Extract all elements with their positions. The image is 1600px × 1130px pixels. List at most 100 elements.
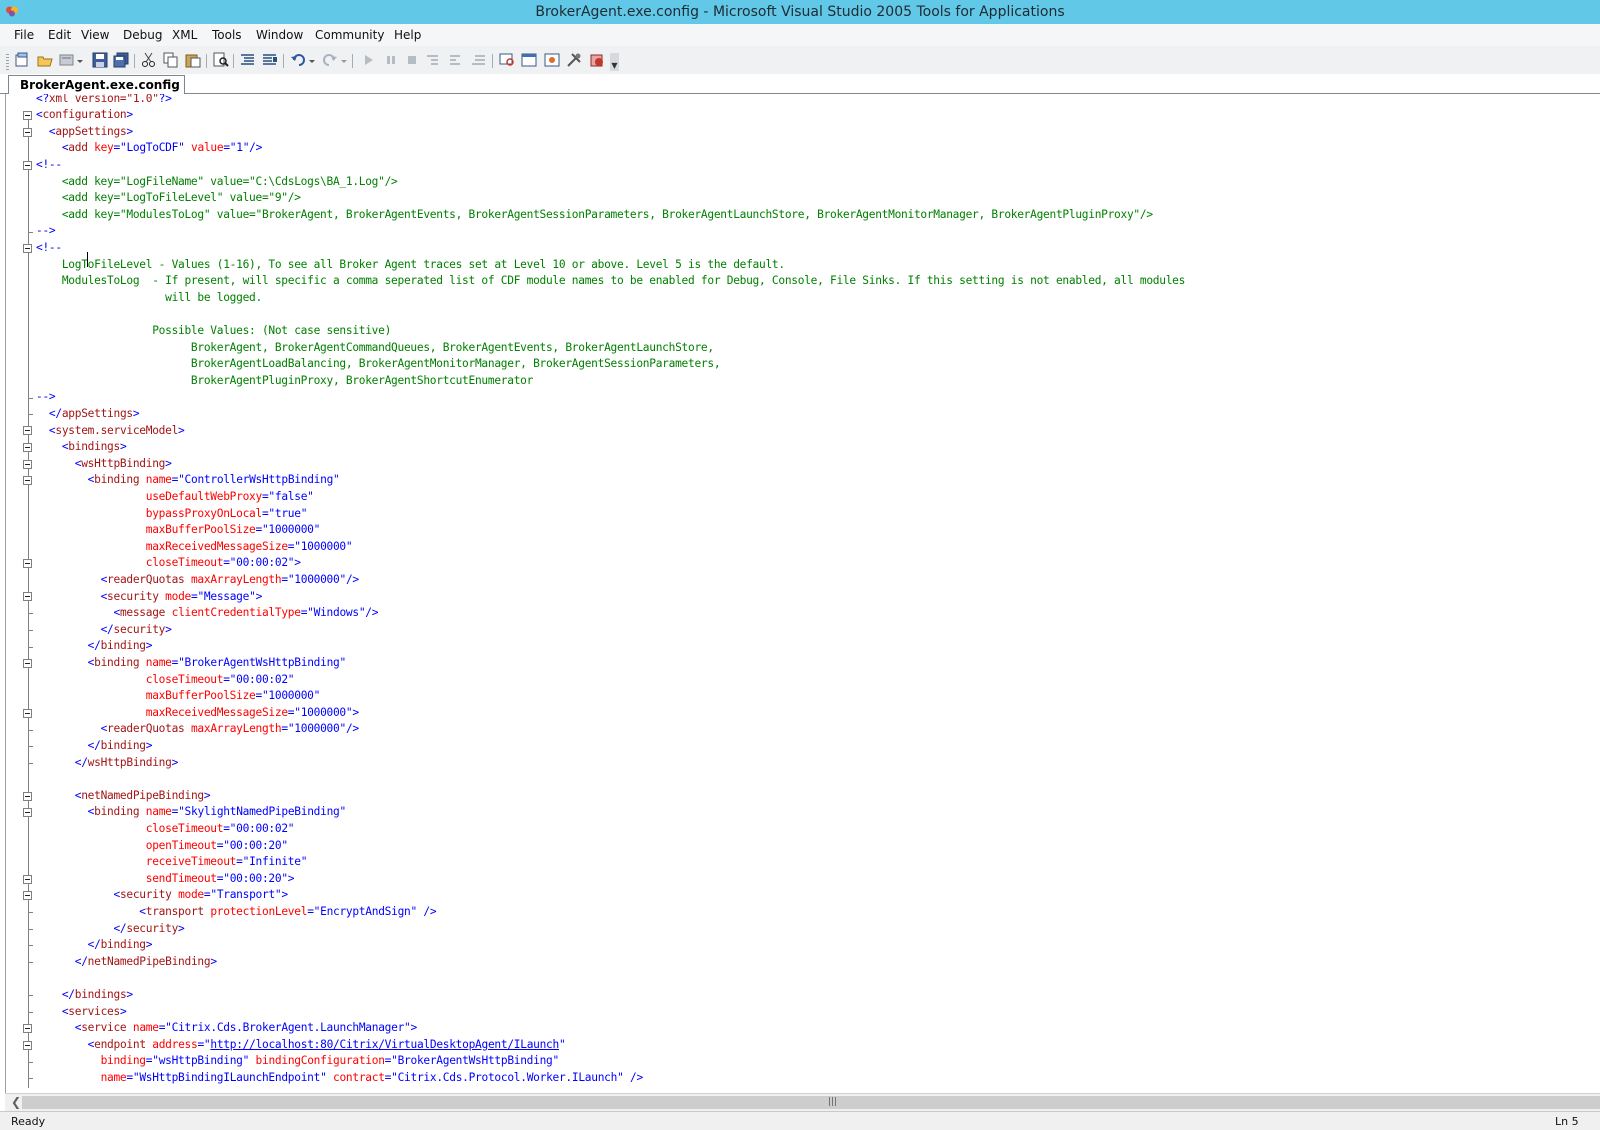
step-over-icon[interactable] [448, 52, 464, 68]
menu-community[interactable]: Community [315, 28, 384, 42]
stop-debugging-icon[interactable] [404, 52, 420, 68]
code-line[interactable]: will be logged. [36, 290, 262, 307]
collapse-toggle-icon[interactable] [23, 442, 32, 452]
code-line[interactable]: binding="wsHttpBinding" bindingConfigura… [36, 1053, 560, 1070]
menu-edit[interactable]: Edit [48, 28, 71, 42]
step-into-icon[interactable] [426, 52, 442, 68]
code-line[interactable]: </binding> [36, 738, 153, 755]
code-line[interactable]: <transport protectionLevel="EncryptAndSi… [36, 904, 436, 921]
code-line[interactable]: <configuration> [36, 107, 133, 124]
code-line[interactable]: <appSettings> [36, 124, 133, 141]
code-line[interactable]: maxReceivedMessageSize="1000000" [36, 539, 353, 556]
undo-dropdown-icon[interactable] [308, 52, 316, 68]
collapse-toggle-icon[interactable] [23, 1023, 32, 1033]
code-line[interactable]: <readerQuotas maxArrayLength="1000000"/> [36, 572, 360, 589]
object-browser-icon[interactable] [544, 52, 560, 68]
start-debugging-icon[interactable] [361, 52, 377, 68]
code-line[interactable]: <!-- [36, 157, 62, 174]
code-line[interactable]: </bindings> [36, 987, 133, 1004]
code-line[interactable]: closeTimeout="00:00:02"> [36, 555, 301, 572]
code-line[interactable]: <binding name="BrokerAgentWsHttpBinding" [36, 655, 347, 672]
find-icon[interactable] [213, 52, 229, 68]
code-line[interactable]: --> [36, 223, 56, 240]
comment-lines-icon[interactable] [240, 52, 256, 68]
xml-code-editor[interactable]: <?xml version="1.0"?> <configuration> <ap… [5, 94, 1600, 1093]
code-line[interactable]: <services> [36, 1004, 127, 1021]
scrollbar-thumb[interactable]: ||| [22, 1096, 1600, 1109]
collapse-toggle-icon[interactable] [23, 791, 32, 801]
code-line[interactable]: maxBufferPoolSize="1000000" [36, 688, 321, 705]
code-line[interactable]: </netNamedPipeBinding> [36, 954, 217, 971]
toolbar-overflow-icon[interactable]: ▼ [610, 53, 619, 71]
code-line[interactable]: </wsHttpBinding> [36, 755, 179, 772]
menu-file[interactable]: File [14, 28, 34, 42]
redo-dropdown-icon[interactable] [340, 52, 348, 68]
code-line[interactable]: <bindings> [36, 439, 127, 456]
code-line[interactable]: <readerQuotas maxArrayLength="1000000"/> [36, 721, 360, 738]
code-line[interactable]: closeTimeout="00:00:02" [36, 672, 295, 689]
options-icon[interactable] [589, 52, 605, 68]
code-line[interactable]: BrokerAgentPluginProxy, BrokerAgentShort… [36, 373, 533, 390]
code-line[interactable]: <security mode="Message"> [36, 589, 263, 606]
code-line[interactable]: maxReceivedMessageSize="1000000"> [36, 705, 359, 722]
open-file-icon[interactable] [37, 52, 53, 68]
code-line[interactable]: <add key="LogFileName" value="C:\CdsLogs… [36, 174, 398, 191]
redo-icon[interactable] [322, 52, 338, 68]
menu-help[interactable]: Help [394, 28, 421, 42]
collapse-toggle-icon[interactable] [23, 808, 32, 818]
code-line[interactable]: <!-- [36, 240, 62, 257]
code-line[interactable]: <binding name="ControllerWsHttpBinding" [36, 472, 340, 489]
code-line[interactable]: --> [36, 389, 56, 406]
code-line[interactable]: <endpoint address="http://localhost:80/C… [36, 1037, 566, 1054]
solution-explorer-icon[interactable] [499, 52, 515, 68]
collapse-toggle-icon[interactable] [23, 874, 32, 884]
code-line[interactable]: <wsHttpBinding> [36, 456, 172, 473]
code-line[interactable]: <system.serviceModel> [36, 423, 185, 440]
collapse-toggle-icon[interactable] [23, 658, 32, 668]
paste-icon[interactable] [185, 52, 201, 68]
code-line[interactable]: sendTimeout="00:00:20"> [36, 871, 295, 888]
collapse-toggle-icon[interactable] [23, 110, 32, 120]
code-line[interactable]: <security mode="Transport"> [36, 887, 288, 904]
code-line[interactable]: ModulesToLog - If present, will specific… [36, 273, 1186, 290]
cut-icon[interactable] [141, 52, 157, 68]
step-out-icon[interactable] [471, 52, 487, 68]
collapse-toggle-icon[interactable] [23, 426, 32, 436]
save-all-icon[interactable] [113, 52, 129, 68]
code-line[interactable]: closeTimeout="00:00:02" [36, 821, 295, 838]
code-line[interactable]: </binding> [36, 937, 153, 954]
collapse-toggle-icon[interactable] [23, 160, 32, 170]
menu-xml[interactable]: XML [172, 28, 197, 42]
code-line[interactable]: <add key="LogToCDF" value="1"/> [36, 140, 263, 157]
code-line[interactable]: <message clientCredentialType="Windows"/… [36, 605, 378, 622]
code-line[interactable]: <binding name="SkylightNamedPipeBinding" [36, 804, 347, 821]
code-line[interactable]: Possible Values: (Not case sensitive) [36, 323, 391, 340]
scroll-left-arrow-icon[interactable]: ❮ [9, 1094, 23, 1111]
new-project-icon[interactable] [14, 52, 30, 68]
collapse-toggle-icon[interactable] [23, 559, 32, 569]
toolbox-icon[interactable] [566, 52, 582, 68]
save-icon[interactable] [92, 52, 108, 68]
add-item-dropdown-icon[interactable] [76, 52, 84, 68]
code-line[interactable]: </security> [36, 622, 172, 639]
code-line[interactable]: BrokerAgent, BrokerAgentCommandQueues, B… [36, 340, 714, 357]
undo-icon[interactable] [290, 52, 306, 68]
collapse-toggle-icon[interactable] [23, 459, 32, 469]
copy-icon[interactable] [163, 52, 179, 68]
collapse-toggle-icon[interactable] [23, 891, 32, 901]
menu-view[interactable]: View [81, 28, 109, 42]
code-line[interactable]: <service name="Citrix.Cds.BrokerAgent.La… [36, 1020, 417, 1037]
collapse-toggle-icon[interactable] [23, 243, 32, 253]
menu-window[interactable]: Window [256, 28, 303, 42]
code-line[interactable]: </appSettings> [36, 406, 140, 423]
code-line[interactable]: name="WsHttpBindingILaunchEndpoint" cont… [36, 1070, 644, 1087]
collapse-toggle-icon[interactable] [23, 1040, 32, 1050]
menu-debug[interactable]: Debug [123, 28, 162, 42]
menu-tools[interactable]: Tools [212, 28, 242, 42]
code-line[interactable]: useDefaultWebProxy="false" [36, 489, 314, 506]
break-all-icon[interactable] [383, 52, 399, 68]
code-line[interactable]: <?xml version="1.0"?> [36, 94, 172, 107]
code-line[interactable]: <netNamedPipeBinding> [36, 788, 211, 805]
collapse-toggle-icon[interactable] [23, 592, 32, 602]
collapse-toggle-icon[interactable] [23, 708, 32, 718]
